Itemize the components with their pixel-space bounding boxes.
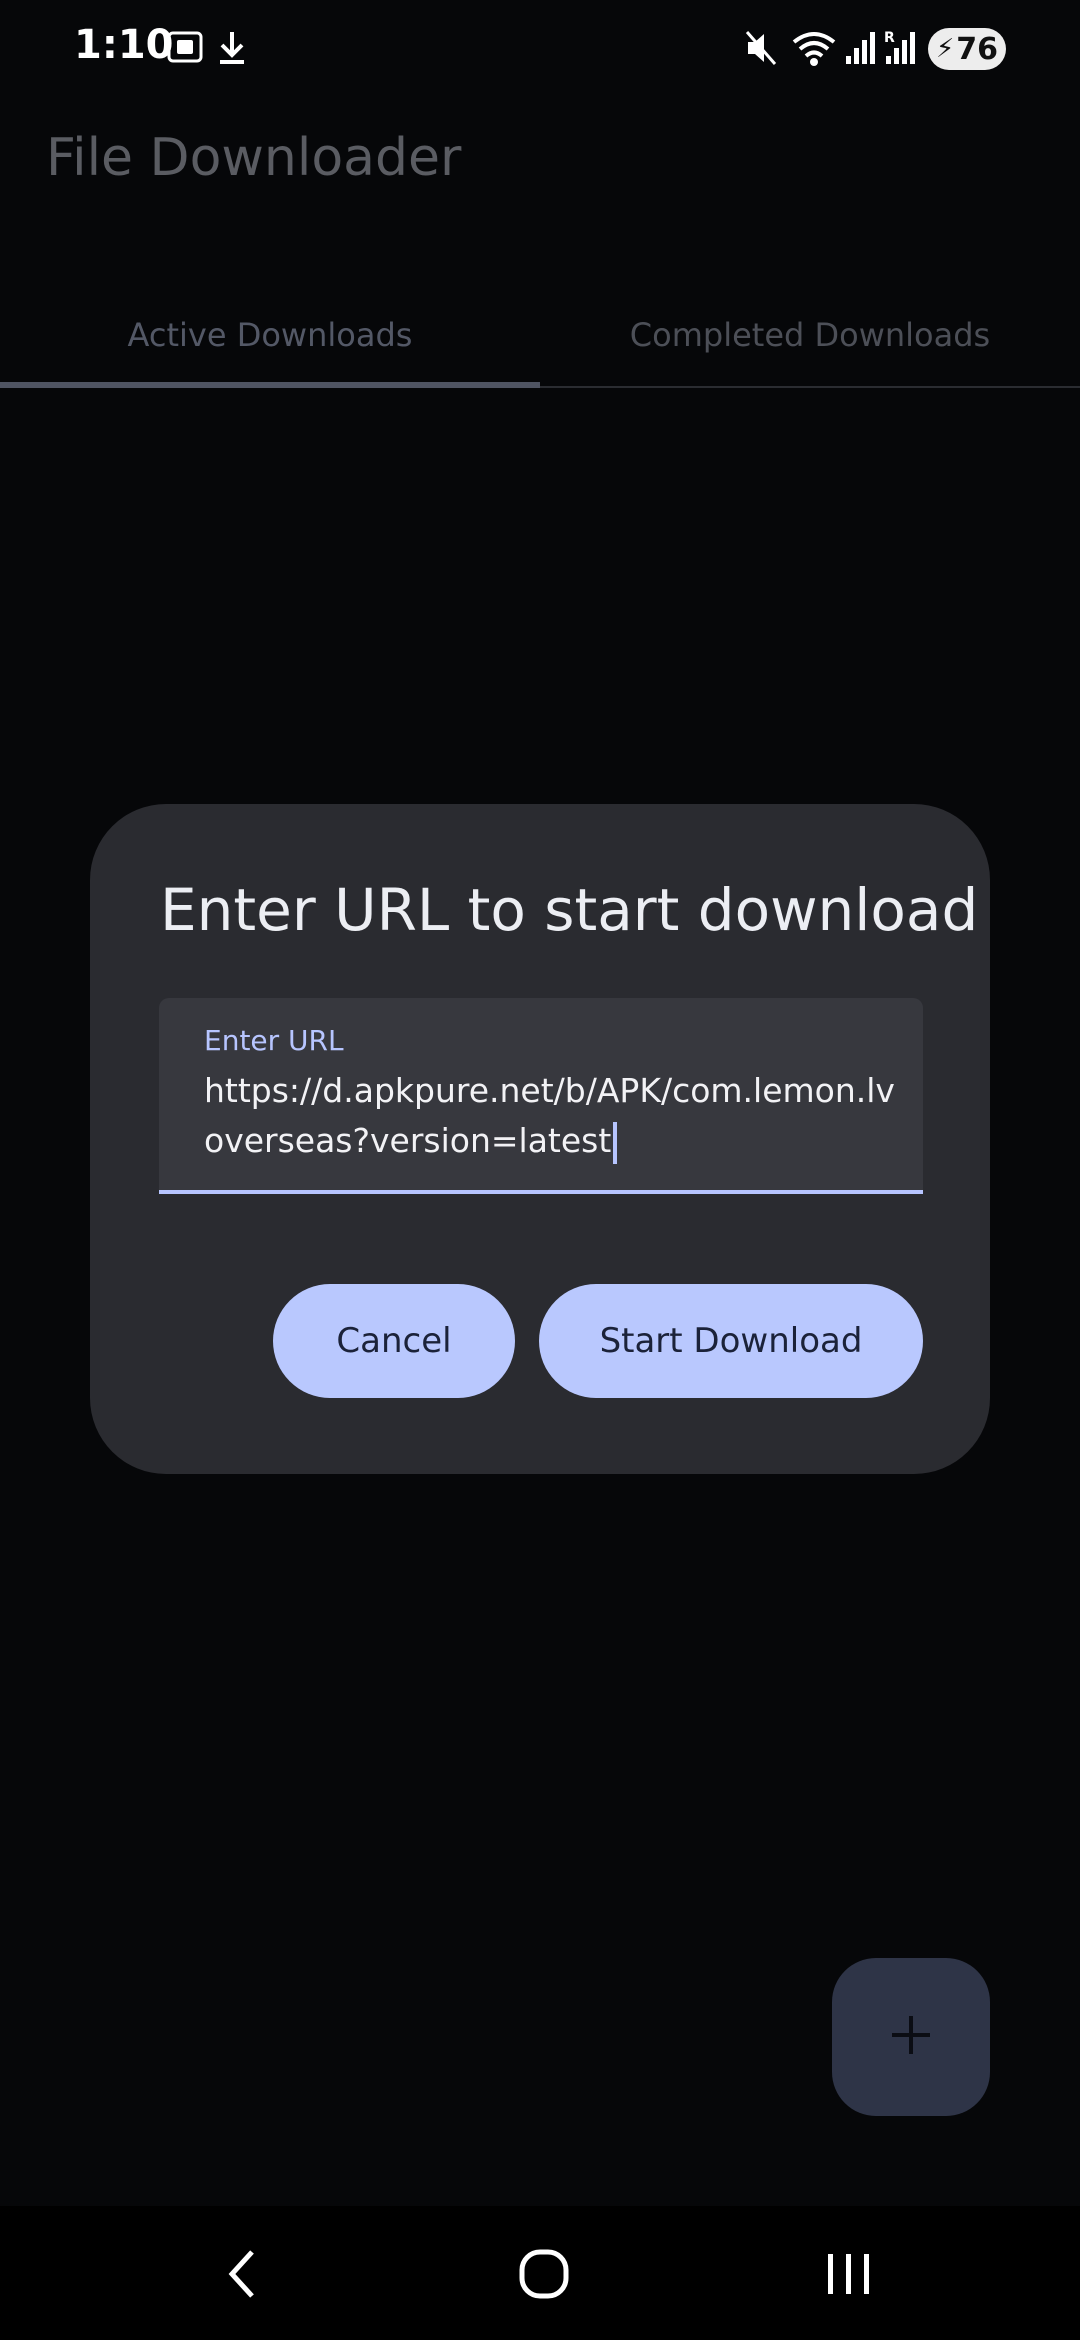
start-download-button[interactable]: Start Download	[539, 1284, 923, 1398]
back-button[interactable]	[202, 2236, 282, 2316]
signal-icon	[844, 28, 878, 70]
home-button[interactable]	[504, 2236, 584, 2316]
url-dialog: Enter URL to start download Enter URL ht…	[90, 804, 990, 1474]
url-field-value[interactable]: https://d.apkpure.net/b/APK/com.lemon.lv…	[204, 1066, 904, 1166]
screen: 1:10 R ⚡ 76 File Downloader Active Downl…	[0, 0, 1080, 2340]
back-icon	[220, 2246, 264, 2306]
plus-icon	[888, 2012, 934, 2062]
cancel-button[interactable]: Cancel	[273, 1284, 515, 1398]
screenshot-icon	[166, 28, 204, 70]
mute-icon	[744, 28, 778, 72]
tab-indicator	[0, 382, 540, 388]
status-bar: 1:10 R ⚡ 76	[0, 0, 1080, 100]
tab-active-downloads[interactable]: Active Downloads	[0, 280, 540, 390]
recents-button[interactable]	[808, 2236, 888, 2316]
tab-bar: Active Downloads Completed Downloads	[0, 280, 1080, 390]
url-input[interactable]: Enter URL https://d.apkpure.net/b/APK/co…	[159, 998, 923, 1194]
url-field-label: Enter URL	[204, 1024, 344, 1057]
add-download-button[interactable]	[832, 1958, 990, 2116]
svg-text:R: R	[884, 30, 895, 46]
wifi-icon	[792, 28, 836, 72]
home-icon	[516, 2246, 572, 2306]
app-title: File Downloader	[46, 128, 462, 188]
url-value-text[interactable]: https://d.apkpure.net/b/APK/com.lemon.lv…	[204, 1071, 895, 1160]
dialog-title: Enter URL to start download	[160, 876, 979, 944]
navigation-bar	[0, 2206, 1080, 2340]
text-caret	[613, 1121, 618, 1164]
battery-level: 76	[956, 31, 998, 67]
battery-indicator: ⚡ 76	[928, 28, 1006, 70]
download-icon	[214, 28, 250, 72]
recents-icon	[820, 2246, 876, 2306]
battery-charging-icon: ⚡	[935, 34, 955, 64]
roaming-signal-icon: R	[884, 28, 918, 70]
status-time: 1:10	[74, 22, 174, 68]
tab-completed-downloads[interactable]: Completed Downloads	[540, 280, 1080, 390]
